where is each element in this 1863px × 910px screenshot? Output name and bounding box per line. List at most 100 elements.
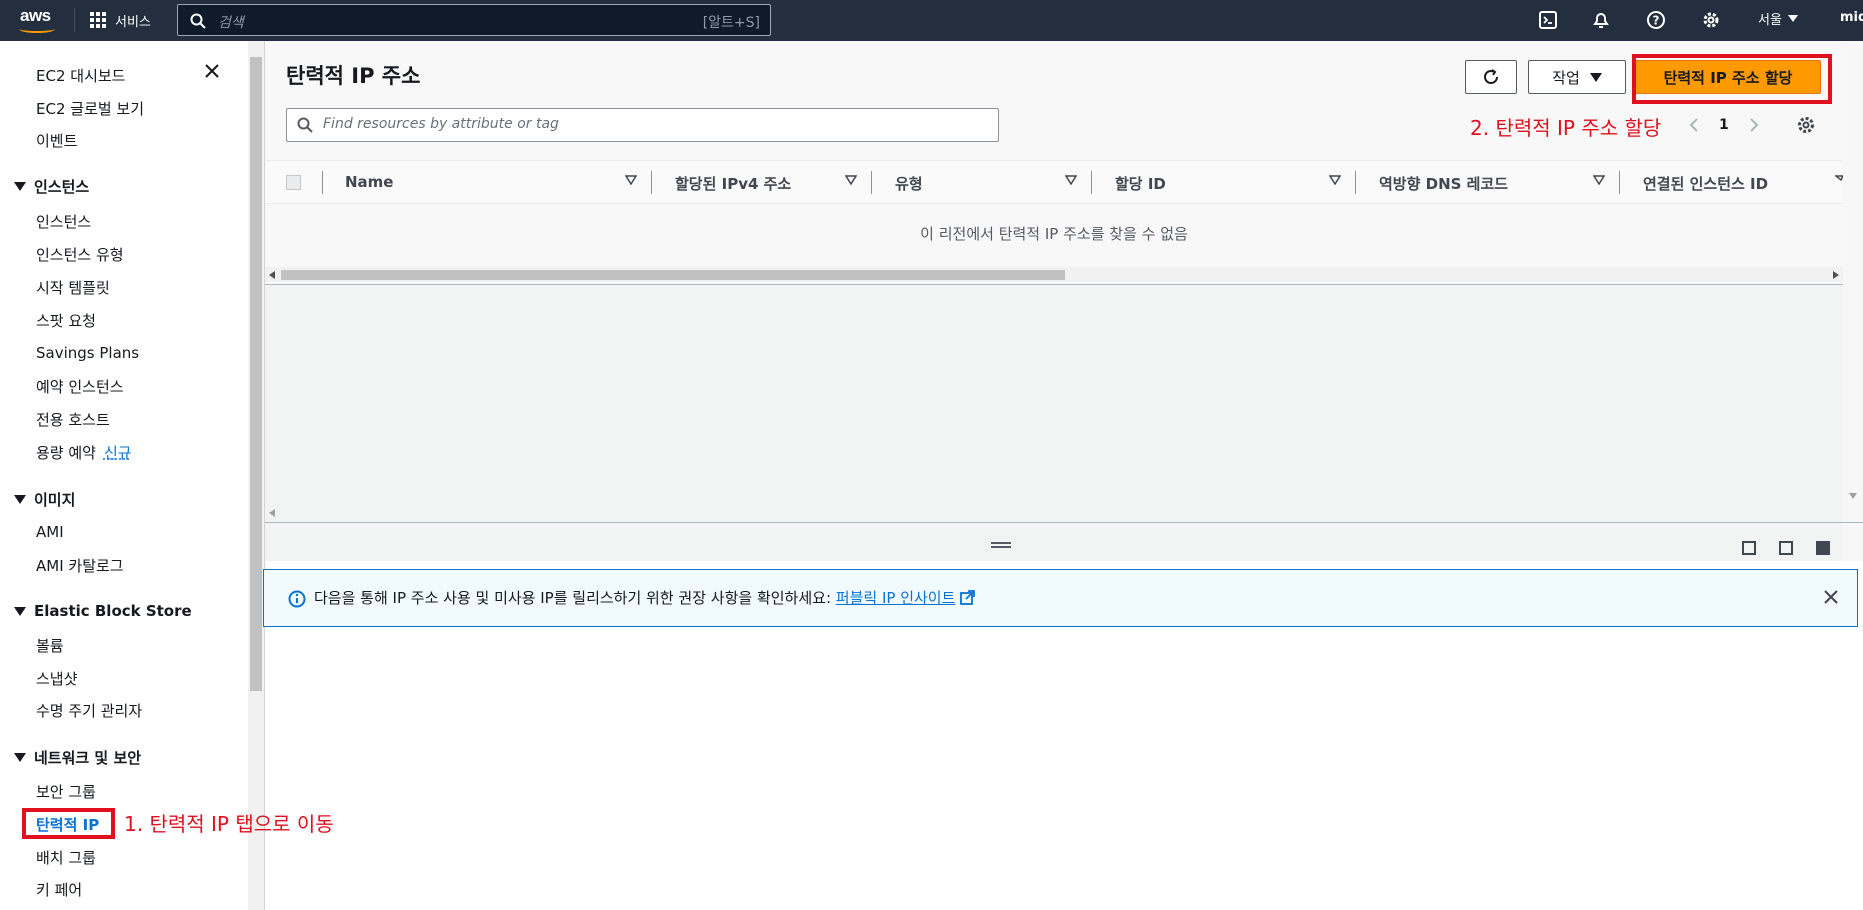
main-vertical-scrollbar[interactable] <box>1843 41 1863 561</box>
actions-button[interactable]: 작업 <box>1528 60 1626 94</box>
sidebar-item-ami-catalog[interactable]: AMI 카탈로그 <box>36 555 124 576</box>
annotation-box-allocate-button <box>1632 54 1832 104</box>
topbar-divider <box>74 8 75 32</box>
sort-caret-icon[interactable] <box>1835 174 1843 186</box>
caret-down-icon <box>1787 15 1798 22</box>
cloudshell-icon[interactable] <box>1537 9 1559 31</box>
scroll-right-arrow-icon[interactable] <box>1833 271 1839 279</box>
services-menu-button[interactable]: 서비스 <box>90 8 151 32</box>
column-divider[interactable] <box>1355 171 1356 194</box>
public-ip-insights-link[interactable]: 퍼블릭 IP 인사이트 <box>836 589 956 607</box>
column-header-instance-id[interactable]: 연결된 인스턴스 ID <box>1643 173 1768 194</box>
column-divider[interactable] <box>1619 171 1620 194</box>
sidebar-item-volumes[interactable]: 볼륨 <box>36 635 64 656</box>
sort-caret-icon[interactable] <box>625 174 637 186</box>
split-panel-divider <box>265 522 1863 523</box>
sidebar-item-ami[interactable]: AMI <box>36 523 64 541</box>
split-full-icon[interactable] <box>1816 541 1830 555</box>
lower-horizontal-scrollbar[interactable] <box>265 506 1843 520</box>
sidebar-item-ec2-dashboard[interactable]: EC2 대시보드 <box>36 65 125 86</box>
filter-placeholder: Find resources by attribute or tag <box>323 116 559 132</box>
scroll-down-arrow-icon[interactable] <box>1849 493 1857 499</box>
sidebar-navigation: EC2 대시보드 EC2 글로벌 보기 이벤트 인스턴스 인스턴스 인스턴스 유… <box>0 41 248 910</box>
table-preferences-gear-icon[interactable] <box>1796 115 1816 135</box>
sidebar-item-lifecycle-manager[interactable]: 수명 주기 관리자 <box>36 700 142 721</box>
sort-caret-icon[interactable] <box>1065 174 1077 186</box>
column-header-name[interactable]: Name <box>345 173 393 191</box>
column-header-ipv4[interactable]: 할당된 IPv4 주소 <box>675 173 791 194</box>
sidebar-item-instances[interactable]: 인스턴스 <box>36 211 91 232</box>
aws-smile-icon <box>19 25 55 33</box>
split-side-icon[interactable] <box>1779 541 1793 555</box>
sidebar-item-savings-plans[interactable]: Savings Plans <box>36 344 139 362</box>
sidebar-section-images[interactable]: 이미지 <box>14 489 75 510</box>
column-header-allocation-id[interactable]: 할당 ID <box>1115 173 1166 194</box>
help-icon[interactable]: ? <box>1645 9 1667 31</box>
split-bottom-icon[interactable] <box>1742 541 1756 555</box>
sidebar-item-launch-templates[interactable]: 시작 템플릿 <box>36 277 110 298</box>
close-icon[interactable] <box>1823 589 1839 605</box>
chevron-left-icon[interactable] <box>1689 117 1699 133</box>
sidebar-item-events[interactable]: 이벤트 <box>36 130 77 151</box>
refresh-button[interactable] <box>1465 60 1517 94</box>
page-number[interactable]: 1 <box>1719 117 1729 133</box>
sidebar-item-security-groups[interactable]: 보안 그룹 <box>36 781 96 802</box>
sidebar-item-ec2-global-view[interactable]: EC2 글로벌 보기 <box>36 98 144 119</box>
global-search-input[interactable]: 검색 [알트+S] <box>177 4 771 36</box>
region-selector[interactable]: 서울 <box>1758 9 1798 28</box>
sidebar-section-instances[interactable]: 인스턴스 <box>14 176 89 197</box>
sidebar-section-elastic-block-store[interactable]: Elastic Block Store <box>14 602 192 620</box>
table-header: Name 할당된 IPv4 주소 유형 할당 ID 역방향 DNS 레코드 연결… <box>265 160 1843 204</box>
elastic-ip-table-panel: 탄력적 IP 주소 작업 탄력적 IP 주소 할당 Find resources… <box>265 41 1843 287</box>
column-divider[interactable] <box>651 171 652 194</box>
sort-caret-icon[interactable] <box>1329 174 1341 186</box>
scroll-left-arrow-icon[interactable] <box>269 271 275 279</box>
page-title: 탄력적 IP 주소 <box>286 64 421 88</box>
sidebar-item-snapshots[interactable]: 스냅샷 <box>36 668 77 689</box>
account-menu[interactable]: mid <box>1840 10 1863 25</box>
sidebar-item-reserved-instances[interactable]: 예약 인스턴스 <box>36 376 124 397</box>
sidebar-section-network-security[interactable]: 네트워크 및 보안 <box>14 747 141 768</box>
column-header-reverse-dns[interactable]: 역방향 DNS 레코드 <box>1379 173 1508 194</box>
gear-icon[interactable] <box>1700 9 1722 31</box>
search-placeholder: 검색 <box>218 15 244 31</box>
caret-down-icon <box>14 753 26 762</box>
caret-down-icon <box>14 606 26 616</box>
sidebar-item-key-pairs[interactable]: 키 페어 <box>36 879 82 900</box>
new-badge: 신규 <box>103 444 132 462</box>
sort-caret-icon[interactable] <box>1593 174 1605 186</box>
sidebar-item-capacity-reservations[interactable]: 용량 예약 신규 <box>36 442 132 463</box>
select-all-checkbox[interactable] <box>286 175 301 190</box>
split-panel-drag-handle[interactable] <box>991 542 1011 548</box>
main-content: 탄력적 IP 주소 작업 탄력적 IP 주소 할당 Find resources… <box>263 41 1863 910</box>
scrollbar-thumb[interactable] <box>250 57 262 691</box>
table-horizontal-scrollbar[interactable] <box>265 267 1843 282</box>
search-icon <box>297 117 313 133</box>
aws-logo[interactable]: aws <box>18 6 58 34</box>
caret-down-icon <box>1589 72 1602 82</box>
sidebar-scrollbar[interactable] <box>248 41 264 910</box>
sidebar-item-spot-requests[interactable]: 스팟 요청 <box>36 310 96 331</box>
sort-caret-icon[interactable] <box>845 174 857 186</box>
grid-icon <box>90 11 107 29</box>
chevron-right-icon[interactable] <box>1749 117 1759 133</box>
close-icon[interactable] <box>204 63 220 79</box>
refresh-icon <box>1484 69 1498 84</box>
column-divider <box>322 171 323 194</box>
annotation-step1: 1. 탄력적 IP 탭으로 이동 <box>124 812 334 836</box>
bell-icon[interactable] <box>1590 9 1612 31</box>
external-link-icon[interactable] <box>960 590 976 605</box>
annotation-step2: 2. 탄력적 IP 주소 할당 <box>1470 116 1662 140</box>
column-header-type[interactable]: 유형 <box>895 173 923 194</box>
scroll-left-arrow-icon[interactable] <box>269 509 275 517</box>
sidebar-item-instance-types[interactable]: 인스턴스 유형 <box>36 244 124 265</box>
info-message: 다음을 통해 IP 주소 사용 및 미사용 IP를 릴리스하기 위한 권장 사항… <box>314 587 976 608</box>
sidebar-item-placement-groups[interactable]: 배치 그룹 <box>36 847 96 868</box>
filter-input[interactable]: Find resources by attribute or tag <box>286 108 999 142</box>
scrollbar-thumb[interactable] <box>281 270 1065 280</box>
column-divider[interactable] <box>871 171 872 194</box>
column-divider[interactable] <box>1091 171 1092 194</box>
sidebar-item-dedicated-hosts[interactable]: 전용 호스트 <box>36 409 110 430</box>
caret-down-icon <box>14 495 26 504</box>
info-icon <box>288 590 306 608</box>
